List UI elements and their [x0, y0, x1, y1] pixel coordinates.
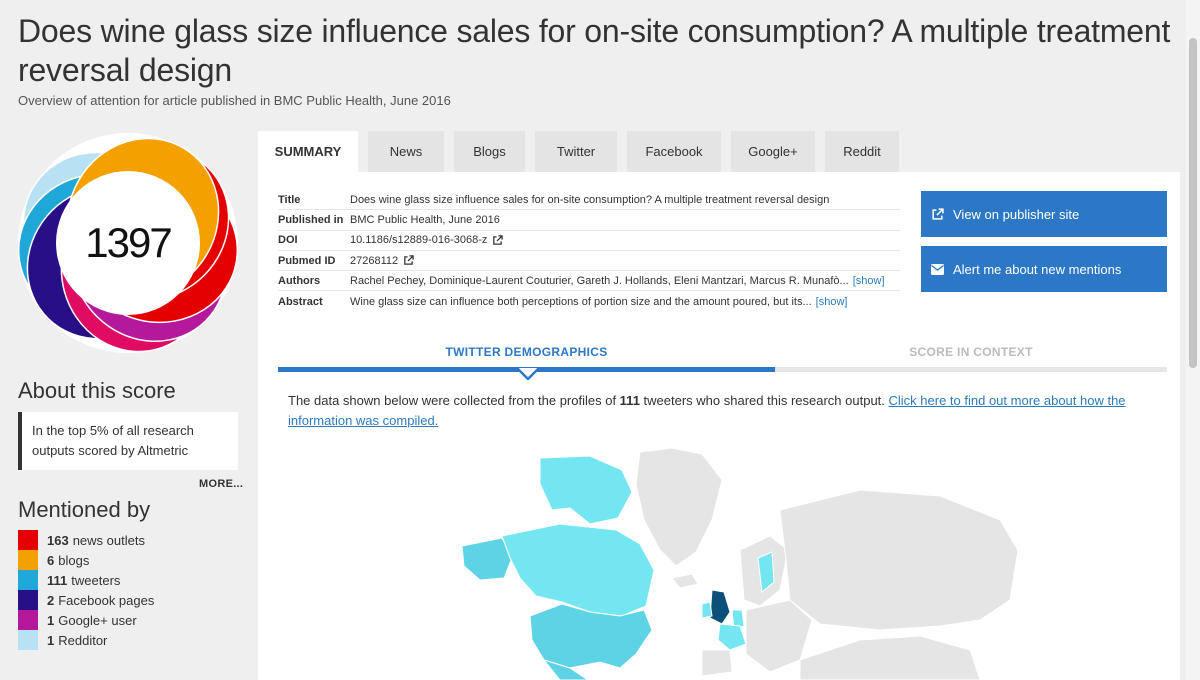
abstract-value: Wine glass size can influence both perce…	[350, 295, 812, 308]
detail-label: Pubmed ID	[278, 254, 336, 267]
section-tabs: TWITTER DEMOGRAPHICS SCORE IN CONTEXT	[278, 336, 1167, 372]
detail-row-doi: DOI 10.1186/s12889-016-3068-z	[278, 231, 900, 251]
detail-value: Does wine glass size influence sales for…	[350, 193, 830, 206]
mention-label: Google+ user	[58, 612, 137, 628]
mention-count: 1	[47, 632, 55, 648]
intro-after: tweeters who shared this research output…	[639, 393, 889, 408]
uk-shape	[709, 589, 731, 625]
ireland-shape	[701, 601, 713, 619]
mention-count: 111	[47, 572, 68, 588]
authors-value: Rachel Pechey, Dominique-Laurent Couturi…	[350, 274, 849, 287]
swatch-news	[18, 530, 38, 550]
mention-reddit[interactable]: 1 Redditor	[18, 630, 154, 650]
mention-count: 6	[47, 552, 55, 568]
intro-before: The data shown below were collected from…	[288, 393, 620, 408]
iceland-shape	[671, 573, 699, 589]
view-publisher-label: View on publisher site	[953, 206, 1080, 222]
tab-news[interactable]: News	[368, 131, 444, 172]
tab-score-in-context[interactable]: SCORE IN CONTEXT	[775, 336, 1167, 372]
mention-count: 2	[47, 592, 55, 608]
canada-shape	[501, 523, 655, 617]
alert-mentions-button[interactable]: Alert me about new mentions	[921, 246, 1167, 292]
swatch-googleplus	[18, 610, 38, 630]
detail-label: Authors	[278, 274, 321, 287]
detail-value: BMC Public Health, June 2016	[350, 213, 500, 226]
detail-row-title: Title Does wine glass size influence sal…	[278, 190, 900, 211]
page-subtitle: Overview of attention for article publis…	[18, 93, 451, 108]
doi-value: 10.1186/s12889-016-3068-z	[350, 234, 488, 247]
pubmed-value: 27268112	[350, 254, 399, 267]
tab-facebook[interactable]: Facebook	[627, 131, 721, 172]
mention-label: Facebook pages	[58, 592, 155, 608]
mention-news[interactable]: 163 news outlets	[18, 530, 154, 550]
tab-blogs[interactable]: Blogs	[454, 131, 525, 172]
detail-label: Published in	[278, 213, 344, 226]
tweeter-count: 111	[619, 393, 640, 408]
canada-arctic-shape	[539, 455, 633, 525]
usa-shape	[529, 603, 653, 669]
mention-count: 163	[47, 532, 69, 548]
detail-row-authors: Authors Rachel Pechey, Dominique-Laurent…	[278, 271, 900, 292]
external-link-icon	[932, 207, 944, 220]
mention-label: news outlets	[72, 532, 145, 548]
doi-link[interactable]: 10.1186/s12889-016-3068-z	[350, 234, 504, 247]
detail-value: Rachel Pechey, Dominique-Laurent Couturi…	[350, 275, 885, 287]
scrollbar-thumb[interactable]	[1189, 38, 1197, 368]
article-details: Title Does wine glass size influence sal…	[278, 190, 900, 312]
pubmed-link[interactable]: 27268112	[350, 255, 414, 267]
twitter-demographics-map[interactable]	[440, 440, 1020, 680]
tab-summary[interactable]: SUMMARY	[258, 131, 358, 172]
detail-row-pubmed: Pubmed ID 27268112	[278, 251, 900, 272]
russia-shape	[779, 489, 1019, 631]
tab-reddit[interactable]: Reddit	[825, 131, 899, 172]
mention-list: 163 news outlets 6 blogs 111 tweeters 2 Face…	[18, 530, 154, 650]
detail-label: Abstract	[278, 295, 323, 308]
mention-tweeters[interactable]: 111 tweeters	[18, 570, 154, 590]
swatch-facebook	[18, 590, 38, 610]
detail-row-published: Published in BMC Public Health, June 201…	[278, 210, 900, 231]
detail-value: Wine glass size can influence both perce…	[350, 296, 847, 308]
tab-googleplus[interactable]: Google+	[731, 131, 815, 172]
active-tab-caret-icon	[517, 368, 539, 380]
page-title: Does wine glass size influence sales for…	[18, 13, 1171, 88]
tab-twitter[interactable]: Twitter	[535, 131, 617, 172]
mention-googleplus[interactable]: 1 Google+ user	[18, 610, 154, 630]
greenland-shape	[635, 447, 723, 567]
show-authors-link[interactable]: [show]	[853, 275, 885, 287]
detail-label: Title	[278, 193, 301, 206]
asia-shape	[799, 635, 981, 680]
detail-label: DOI	[278, 234, 298, 247]
twitter-intro-text: The data shown below were collected from…	[288, 391, 1168, 431]
more-link[interactable]: MORE...	[199, 478, 243, 490]
view-publisher-button[interactable]: View on publisher site	[921, 191, 1167, 237]
source-tabs: SUMMARY News Blogs Twitter Facebook Goog…	[258, 131, 909, 172]
swatch-blogs	[18, 550, 38, 570]
external-link-icon[interactable]	[492, 235, 504, 246]
external-link-icon[interactable]	[403, 255, 414, 266]
swatch-tweeters	[18, 570, 38, 590]
mention-label: tweeters	[71, 572, 121, 588]
show-abstract-link[interactable]: [show]	[816, 296, 848, 308]
spain-shape	[701, 649, 733, 677]
detail-row-abstract: Abstract Wine glass size can influence b…	[278, 291, 900, 311]
swatch-reddit	[18, 630, 38, 650]
mention-blogs[interactable]: 6 blogs	[18, 550, 154, 570]
mention-label: Redditor	[58, 632, 108, 648]
alert-mentions-label: Alert me about new mentions	[953, 261, 1122, 277]
about-score-heading: About this score	[18, 378, 176, 403]
mentioned-by-heading: Mentioned by	[18, 497, 151, 522]
envelope-icon	[931, 263, 944, 275]
france-shape	[717, 623, 747, 651]
mention-facebook[interactable]: 2 Facebook pages	[18, 590, 154, 610]
score-rank-box: In the top 5% of all research outputs sc…	[18, 412, 238, 470]
mention-label: blogs	[58, 552, 90, 568]
tab-twitter-demographics[interactable]: TWITTER DEMOGRAPHICS	[278, 336, 775, 372]
attention-score: 1397	[85, 219, 172, 266]
mention-count: 1	[47, 612, 55, 628]
